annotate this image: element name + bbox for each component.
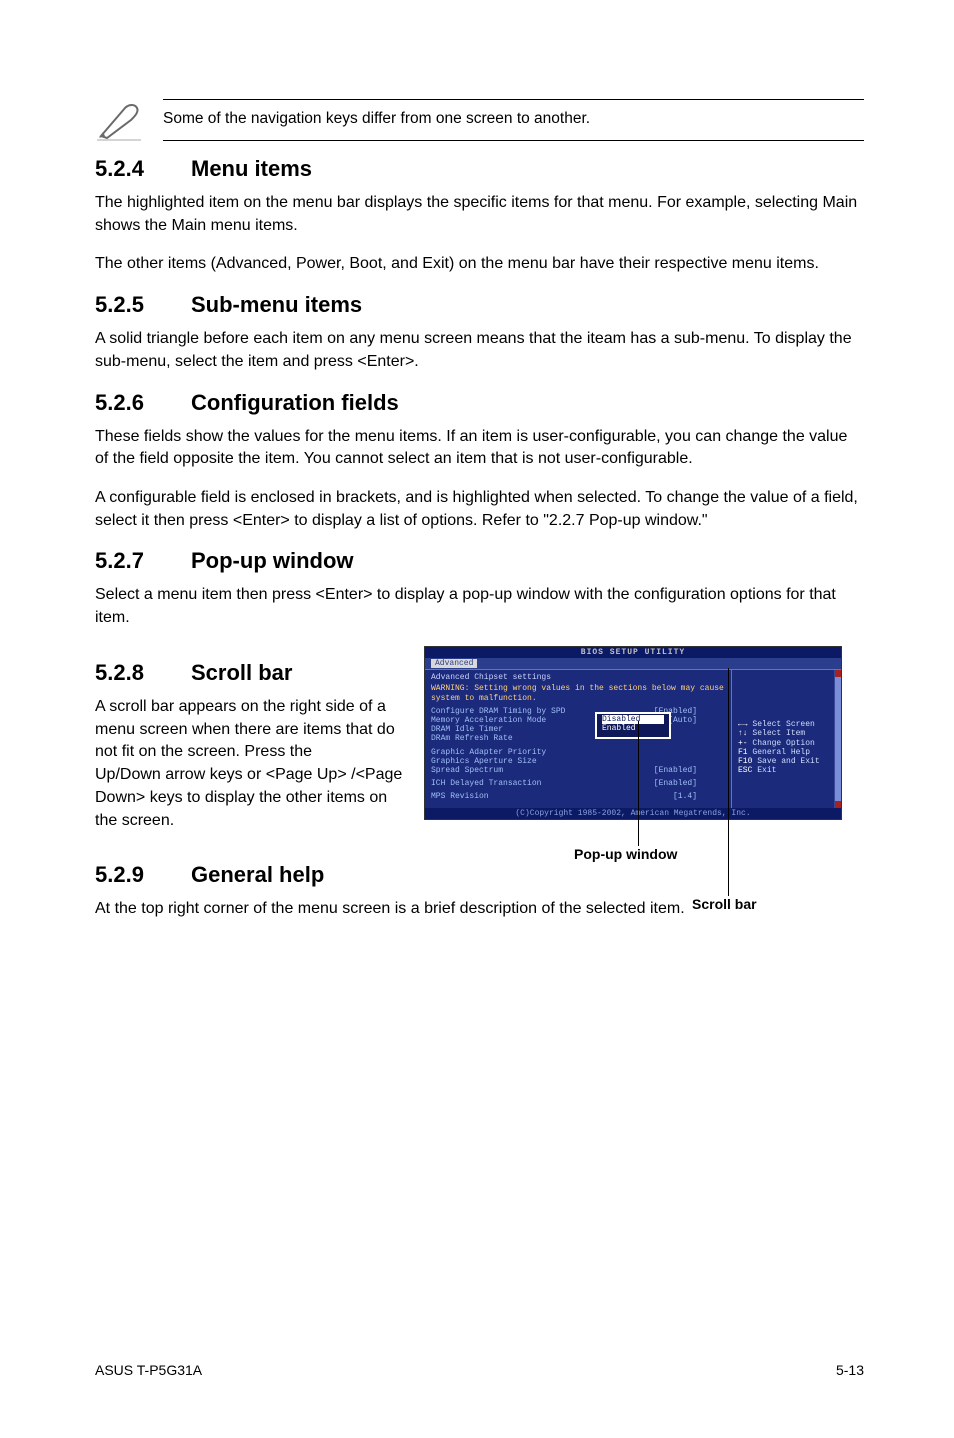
popup-option-enabled[interactable]: Enabled (602, 724, 664, 733)
bios-row[interactable]: DRAm Refresh Rate (431, 734, 727, 743)
para: A configurable field is enclosed in brac… (95, 487, 864, 532)
footer-left: ASUS T-P5G31A (95, 1362, 202, 1378)
para: The highlighted item on the menu bar dis… (95, 192, 864, 237)
callout-line (638, 721, 639, 846)
bios-window: BIOS SETUP UTILITY Advanced Advanced Chi… (424, 646, 842, 820)
note-row: Some of the navigation keys differ from … (95, 98, 864, 142)
bios-left-panel: Advanced Chipset settings WARNING: Setti… (425, 670, 731, 807)
para: A scroll bar appears on the right side o… (95, 696, 406, 764)
bios-help-panel: ←→ Select Screen ↑↓ Select Item +- Chang… (731, 670, 841, 807)
para: These fields show the values for the men… (95, 426, 864, 471)
heading-529: 5.2.9General help (95, 862, 864, 888)
callout-scrollbar-label: Scroll bar (692, 896, 757, 912)
callout-line (728, 668, 729, 896)
page-footer: ASUS T-P5G31A 5-13 (95, 1362, 864, 1378)
help-row: F1 General Help (738, 748, 837, 757)
bios-scrollbar[interactable] (834, 670, 841, 807)
help-row: +- Change Option (738, 739, 837, 748)
heading-524: 5.2.4Menu items (95, 156, 864, 182)
heading-526: 5.2.6Configuration fields (95, 390, 864, 416)
bios-row[interactable]: Configure DRAM Timing by SPD[Enabled] (431, 707, 727, 716)
para: Up/Down arrow keys or <Page Up> /<Page D… (95, 764, 406, 832)
help-row: F10 Save and Exit (738, 757, 837, 766)
bios-row[interactable]: Graphic Adapter Priority (431, 748, 727, 757)
bios-tabbar: Advanced (425, 658, 841, 669)
heading-528: 5.2.8Scroll bar (95, 660, 406, 686)
bios-row[interactable]: MPS Revision[1.4] (431, 792, 727, 801)
bios-figure: BIOS SETUP UTILITY Advanced Advanced Chi… (424, 646, 864, 820)
bios-footer: (C)Copyright 1985-2002, American Megatre… (425, 808, 841, 819)
help-row: ←→ Select Screen (738, 720, 837, 729)
bios-tab-advanced[interactable]: Advanced (431, 659, 477, 668)
heading-527: 5.2.7Pop-up window (95, 548, 864, 574)
heading-525: 5.2.5Sub-menu items (95, 292, 864, 318)
para: A solid triangle before each item on any… (95, 328, 864, 373)
bios-row[interactable]: DRAM Idle Timer (431, 725, 727, 734)
note-pen-icon (95, 98, 143, 142)
help-row: ↑↓ Select Item (738, 729, 837, 738)
bios-row[interactable]: ICH Delayed Transaction[Enabled] (431, 779, 727, 788)
bios-panel-header: Advanced Chipset settings (431, 673, 727, 682)
bios-warning: WARNING: Setting wrong values in the sec… (431, 684, 727, 702)
bios-popup[interactable]: Disabled Enabled (595, 712, 671, 738)
callout-popup-label: Pop-up window (574, 846, 677, 862)
bios-row[interactable]: Memory Acceleration Mode[Auto] (431, 716, 727, 725)
footer-right: 5-13 (836, 1362, 864, 1378)
popup-option-disabled[interactable]: Disabled (602, 715, 664, 724)
para: The other items (Advanced, Power, Boot, … (95, 253, 864, 276)
bios-title: BIOS SETUP UTILITY (425, 647, 841, 658)
help-row: ESC Exit (738, 766, 837, 775)
bios-row[interactable]: Spread Spectrum[Enabled] (431, 766, 727, 775)
para: Select a menu item then press <Enter> to… (95, 584, 864, 629)
bios-row[interactable]: Graphics Aperture Size (431, 757, 727, 766)
note-text: Some of the navigation keys differ from … (163, 99, 864, 141)
